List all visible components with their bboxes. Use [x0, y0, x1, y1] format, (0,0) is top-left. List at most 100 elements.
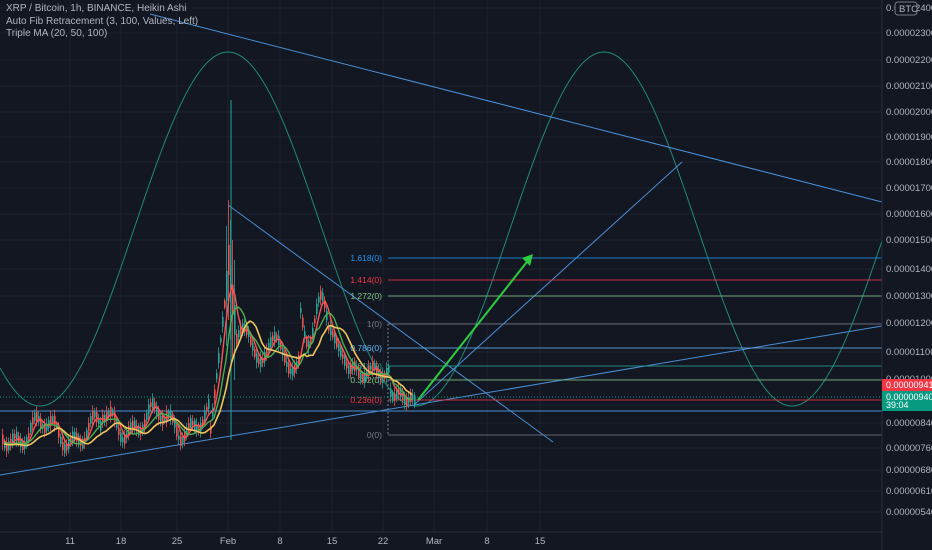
time-tick-label: 8	[277, 536, 282, 547]
candle-body	[228, 245, 230, 275]
candle-body	[214, 389, 216, 399]
candle-body	[148, 404, 150, 415]
candle-body	[286, 361, 288, 367]
price-tick-label: 0.00000760	[886, 443, 932, 454]
candle-body	[254, 349, 256, 357]
time-tick-label: 25	[172, 536, 183, 547]
price-tick-label: 0.00000840	[886, 418, 932, 429]
candle-body	[8, 441, 10, 450]
price-tick-label: 0.00002300	[886, 28, 932, 39]
candle-body	[370, 365, 372, 370]
candle-body	[34, 412, 36, 422]
candle-body	[32, 417, 34, 425]
price-tick-label: 0.00002200	[886, 55, 932, 66]
candle-body	[336, 339, 338, 348]
candle-body	[270, 337, 272, 347]
candle-body	[108, 410, 110, 416]
currency-badge-label: BTC	[899, 4, 918, 15]
time-tick-label: Feb	[220, 536, 236, 547]
price-tick-label: 0.00002100	[886, 81, 932, 92]
candle-body	[36, 411, 38, 421]
candle-body	[304, 331, 306, 337]
legend-title[interactable]: XRP / Bitcoin, 1h, BINANCE, Heikin Ashi	[6, 3, 198, 16]
candle-body	[290, 368, 292, 374]
time-tick-label: 11	[65, 536, 75, 547]
candle-body	[132, 420, 134, 429]
candle-body	[58, 428, 60, 438]
candle-body	[146, 412, 148, 420]
candle-body	[236, 334, 238, 344]
candle-body	[334, 334, 336, 344]
candle-body	[30, 422, 32, 433]
candle-body	[302, 317, 304, 328]
candle-body	[338, 344, 340, 352]
candle-body	[250, 335, 252, 346]
fib-level-label: 1.272(0)	[350, 291, 382, 301]
candle-body	[60, 436, 62, 445]
candle-body	[320, 290, 322, 300]
candle-body	[322, 292, 324, 301]
candle-body	[2, 434, 4, 445]
candle-body	[300, 307, 302, 313]
candle-body	[222, 317, 224, 327]
price-tick-label: 0.00001900	[886, 132, 932, 143]
candle-body	[192, 421, 194, 426]
price-tick-label: 0.00000610	[886, 486, 932, 497]
candle-body	[388, 365, 390, 373]
price-tick-label: 0.00001600	[886, 209, 932, 220]
candle-body	[150, 402, 152, 407]
candle-body	[94, 412, 96, 418]
candle-body	[114, 412, 116, 422]
candle-body	[360, 372, 362, 379]
price-tick-label: 0.00000540	[886, 507, 932, 518]
candle-body	[178, 435, 180, 440]
price-tick-label: 0.00001500	[886, 235, 932, 246]
price-tick-label: 0.00001100	[886, 347, 932, 358]
candle-body	[152, 398, 154, 409]
candle-body	[314, 318, 316, 324]
candle-body	[238, 330, 240, 338]
candle-body	[348, 365, 350, 374]
candle-body	[64, 444, 66, 454]
legend-fib-indicator[interactable]: Auto Fib Retracement (3, 100, Values, Le…	[6, 16, 198, 29]
time-tick-label: 15	[535, 536, 546, 547]
price-axis[interactable]: 0.000024000.000023000.000022000.00002100…	[881, 0, 932, 550]
chart-legend: XRP / Bitcoin, 1h, BINANCE, Heikin Ashi …	[6, 3, 198, 41]
candle-body	[14, 434, 16, 439]
price-tag-label: 39:04	[886, 400, 909, 410]
price-chart[interactable]: 1.618(0)1.414(0)1.272(0)1(0)0.786(0)0.61…	[0, 0, 932, 550]
candle-body	[208, 399, 210, 409]
candle-body	[220, 337, 222, 343]
candle-body	[272, 335, 274, 341]
candle-body	[162, 415, 164, 426]
candle-body	[66, 444, 68, 451]
candle-body	[218, 353, 220, 363]
chart-background	[0, 0, 932, 550]
candle-body	[62, 442, 64, 451]
candle-body	[176, 426, 178, 437]
time-tick-label: 8	[484, 536, 489, 547]
candle-body	[182, 437, 184, 444]
candle-body	[394, 393, 396, 400]
price-tick-label: 0.00001800	[886, 157, 932, 168]
candle-body	[340, 347, 342, 357]
legend-ma-indicator[interactable]: Triple MA (20, 50, 100)	[6, 28, 198, 41]
candle-body	[54, 415, 56, 426]
price-tick-label: 0.00001200	[886, 318, 932, 329]
candle-body	[90, 416, 92, 424]
candle-body	[256, 353, 258, 363]
candle-body	[376, 365, 378, 375]
time-tick-label: 22	[378, 536, 389, 547]
candle-body	[216, 372, 218, 380]
candle-body	[332, 331, 334, 338]
candle-body	[274, 331, 276, 342]
candle-body	[160, 415, 162, 423]
candle-body	[98, 418, 100, 425]
candle-body	[224, 300, 226, 308]
candle-body	[190, 418, 192, 429]
time-tick-label: 15	[327, 536, 338, 547]
candle-body	[258, 358, 260, 364]
candle-body	[390, 388, 392, 398]
candle-body	[128, 425, 130, 436]
candle-body	[318, 296, 320, 303]
